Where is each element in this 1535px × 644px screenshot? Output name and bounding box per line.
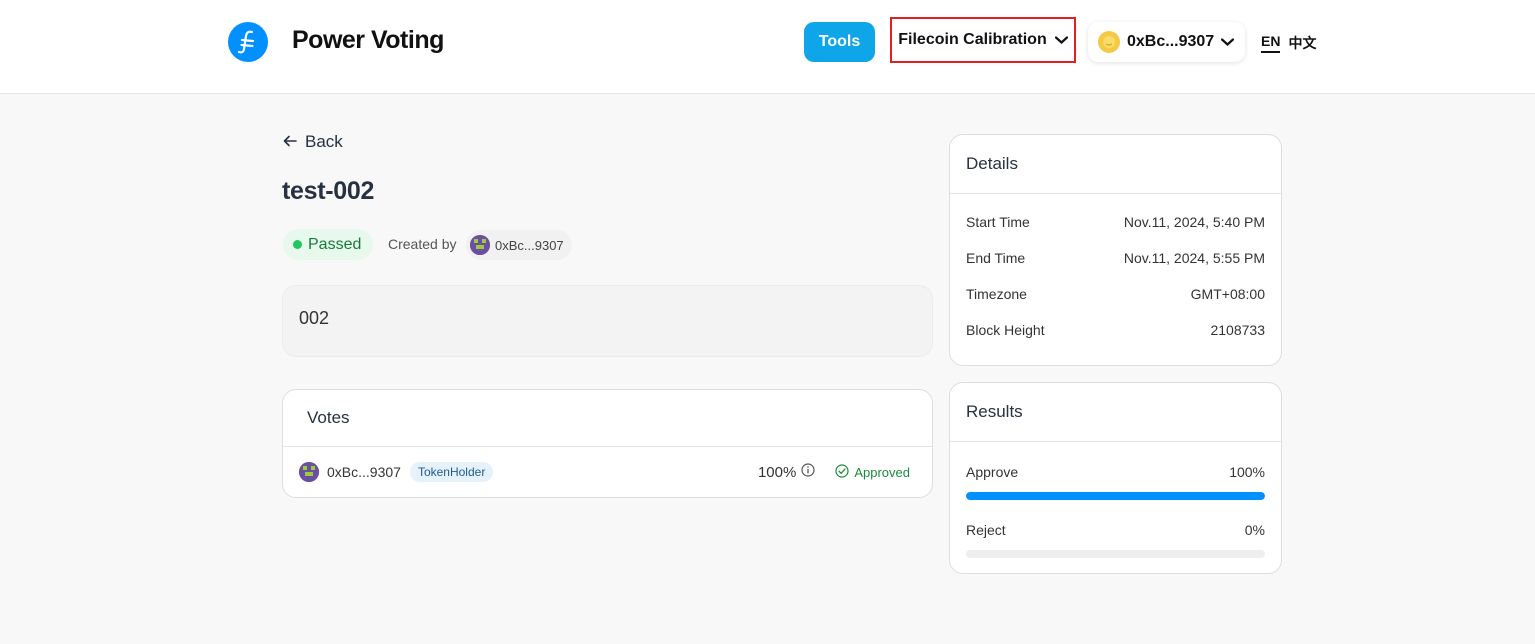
detail-row-end-time: End Time Nov.11, 2024, 5:55 PM bbox=[966, 240, 1265, 276]
status-dot bbox=[293, 240, 302, 249]
brand-title[interactable]: Power Voting bbox=[292, 26, 444, 55]
results-heading: Results bbox=[950, 383, 1281, 442]
proposal-description: 002 bbox=[282, 285, 933, 357]
info-icon[interactable] bbox=[801, 463, 815, 481]
wallet-button[interactable]: 0xBc...9307 bbox=[1088, 22, 1245, 62]
detail-row-timezone: Timezone GMT+08:00 bbox=[966, 276, 1265, 312]
detail-value: Nov.11, 2024, 5:55 PM bbox=[1123, 250, 1265, 266]
filecoin-logo-icon[interactable] bbox=[228, 22, 268, 62]
back-label: Back bbox=[305, 132, 343, 151]
detail-label: Timezone bbox=[966, 286, 1027, 302]
creator-address: 0xBc...9307 bbox=[495, 237, 564, 253]
vote-percent: 100% bbox=[758, 463, 815, 481]
network-selector[interactable]: Filecoin Calibration bbox=[890, 17, 1076, 63]
details-card: Details Start Time Nov.11, 2024, 5:40 PM… bbox=[949, 134, 1282, 366]
result-reject: Reject 0% bbox=[950, 522, 1281, 558]
votes-card: Votes 0xBc...9307 TokenHolder 100% Appro… bbox=[282, 389, 933, 498]
chevron-down-icon bbox=[1054, 31, 1068, 49]
results-card: Results Approve 100% Reject 0% bbox=[949, 382, 1282, 574]
tools-button[interactable]: Tools bbox=[804, 22, 875, 62]
arrow-left-icon bbox=[283, 132, 297, 152]
detail-row-block-height: Block Height 2108733 bbox=[966, 312, 1265, 348]
result-percent: 100% bbox=[1229, 464, 1265, 480]
voter-address[interactable]: 0xBc...9307 bbox=[327, 464, 401, 480]
creator-chip[interactable]: 0xBc...9307 bbox=[466, 230, 572, 260]
language-switcher: EN 中文 bbox=[1261, 33, 1316, 53]
detail-label: End Time bbox=[966, 250, 1026, 266]
vote-status-label: Approved bbox=[854, 464, 910, 480]
result-bar-track bbox=[966, 550, 1265, 558]
user-avatar-icon bbox=[299, 462, 319, 482]
check-circle-icon bbox=[835, 463, 849, 481]
votes-heading: Votes bbox=[283, 390, 932, 447]
chevron-down-icon bbox=[1221, 33, 1235, 51]
result-approve: Approve 100% bbox=[950, 464, 1281, 500]
voter-role-badge: TokenHolder bbox=[409, 462, 494, 482]
detail-row-start-time: Start Time Nov.11, 2024, 5:40 PM bbox=[966, 204, 1265, 240]
result-bar-fill bbox=[966, 492, 1265, 500]
details-heading: Details bbox=[950, 135, 1281, 194]
top-header: Power Voting Tools Filecoin Calibration … bbox=[0, 0, 1535, 94]
user-avatar-icon bbox=[470, 235, 490, 255]
wallet-address: 0xBc...9307 bbox=[1127, 33, 1215, 50]
detail-value: Nov.11, 2024, 5:40 PM bbox=[1123, 214, 1265, 230]
network-label: Filecoin Calibration bbox=[898, 31, 1047, 48]
lang-zh[interactable]: 中文 bbox=[1288, 33, 1316, 53]
back-link[interactable]: Back bbox=[283, 132, 343, 152]
proposal-title: test-002 bbox=[282, 177, 375, 205]
table-row: 0xBc...9307 TokenHolder 100% Approved bbox=[283, 447, 932, 497]
detail-value: GMT+08:00 bbox=[1190, 286, 1265, 302]
wallet-avatar-icon bbox=[1098, 31, 1120, 53]
result-bar-track bbox=[966, 492, 1265, 500]
lang-en[interactable]: EN bbox=[1261, 33, 1281, 53]
detail-label: Block Height bbox=[966, 322, 1045, 338]
created-by-label: Created by bbox=[388, 236, 457, 252]
vote-status: Approved bbox=[835, 463, 910, 481]
result-label: Reject bbox=[966, 522, 1006, 538]
result-label: Approve bbox=[966, 464, 1019, 480]
result-percent: 0% bbox=[1244, 522, 1265, 538]
detail-label: Start Time bbox=[966, 214, 1030, 230]
status-badge: Passed bbox=[283, 229, 374, 260]
status-label: Passed bbox=[308, 235, 362, 253]
vote-percent-value: 100% bbox=[757, 463, 797, 481]
detail-value: 2108733 bbox=[1210, 322, 1265, 338]
